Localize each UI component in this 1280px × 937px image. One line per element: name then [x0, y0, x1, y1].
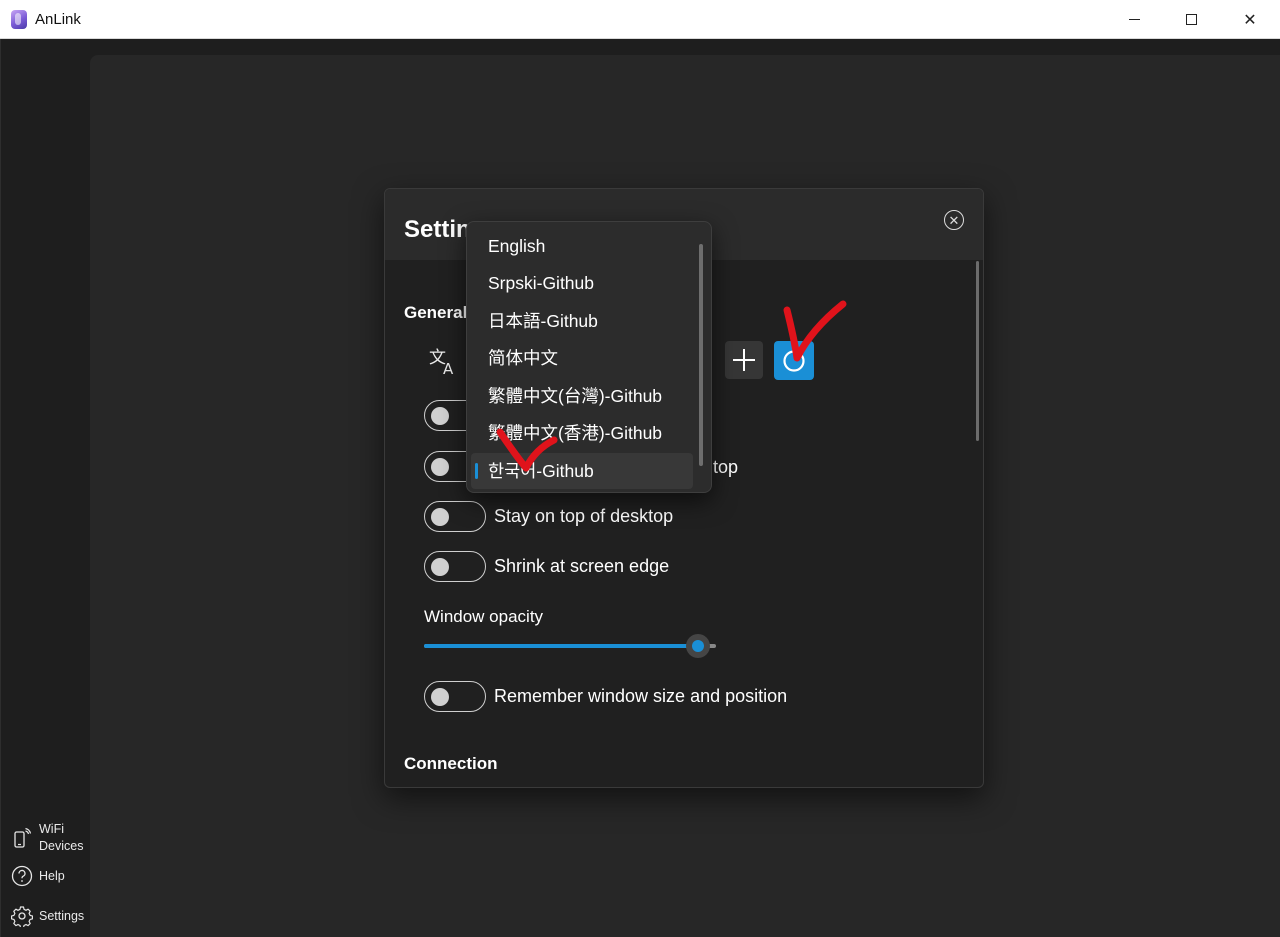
refresh-language-button[interactable] — [774, 341, 814, 380]
section-connection-title: Connection — [404, 754, 498, 773]
nav-item-wifi-devices[interactable]: WiFi Devices — [11, 821, 83, 855]
close-circle-icon: ✕ — [948, 212, 960, 228]
shrink-edge-toggle[interactable] — [424, 551, 486, 582]
language-option-english[interactable]: English — [471, 228, 693, 264]
left-navigation: WiFi Devices Help Settings — [0, 39, 90, 937]
phone-wifi-icon — [11, 827, 33, 849]
minimize-icon — [1128, 19, 1140, 20]
title-bar: AnLink ✕ — [0, 0, 1280, 39]
window-opacity-slider[interactable] — [424, 634, 716, 658]
plus-icon — [733, 349, 755, 371]
toggle-row-shrink-edge: Shrink at screen edge — [424, 551, 669, 582]
language-option-simplified-chinese[interactable]: 简体中文 — [471, 340, 693, 376]
dialog-close-button[interactable]: ✕ — [944, 210, 964, 230]
nav-item-settings[interactable]: Settings — [11, 905, 84, 927]
app-title: AnLink — [35, 11, 81, 28]
remember-window-label: Remember window size and position — [494, 686, 788, 706]
help-icon — [11, 865, 33, 887]
nav-label-devices: Devices — [39, 839, 84, 853]
maximize-button[interactable] — [1162, 0, 1220, 39]
slider-fill — [424, 644, 699, 648]
language-option-srpski[interactable]: Srpski-Github — [471, 265, 693, 301]
window-opacity-label: Window opacity — [424, 607, 544, 626]
refresh-icon — [783, 349, 805, 372]
app-logo-icon — [11, 10, 27, 29]
language-option-traditional-chinese-hk[interactable]: 繁體中文(香港)-Github — [471, 415, 693, 451]
stay-on-top-toggle[interactable] — [424, 501, 486, 532]
nav-label-wifi: WiFi — [39, 822, 64, 836]
translate-icon: 文 A — [429, 346, 459, 376]
remember-window-toggle[interactable] — [424, 681, 486, 712]
section-general-title: General — [404, 303, 468, 322]
nav-label-settings: Settings — [39, 909, 85, 923]
close-window-button[interactable]: ✕ — [1221, 0, 1279, 39]
shrink-edge-label: Shrink at screen edge — [494, 556, 670, 576]
toggle-label-2-partial: top — [713, 457, 739, 477]
add-language-button[interactable] — [725, 341, 763, 379]
dialog-scrollbar[interactable] — [976, 261, 979, 441]
maximize-icon — [1185, 14, 1197, 25]
language-option-japanese[interactable]: 日本語-Github — [471, 303, 693, 339]
svg-text:A: A — [443, 360, 454, 375]
language-dropdown: English Srpski-Github 日本語-Github 简体中文 繁體… — [466, 221, 712, 493]
gear-icon — [11, 905, 33, 927]
stay-on-top-label: Stay on top of desktop — [494, 506, 674, 526]
slider-thumb[interactable] — [686, 634, 711, 658]
toggle-row-stay-on-top: Stay on top of desktop — [424, 501, 673, 532]
nav-label-help: Help — [39, 869, 65, 883]
minimize-button[interactable] — [1105, 0, 1163, 39]
language-option-korean[interactable]: 한국어-Github — [471, 453, 693, 489]
dropdown-scrollbar[interactable] — [699, 244, 703, 466]
close-icon: ✕ — [1243, 11, 1257, 29]
nav-item-help[interactable]: Help — [11, 865, 65, 887]
language-option-traditional-chinese-tw[interactable]: 繁體中文(台灣)-Github — [471, 378, 693, 414]
toggle-row-remember-window: Remember window size and position — [424, 681, 787, 712]
